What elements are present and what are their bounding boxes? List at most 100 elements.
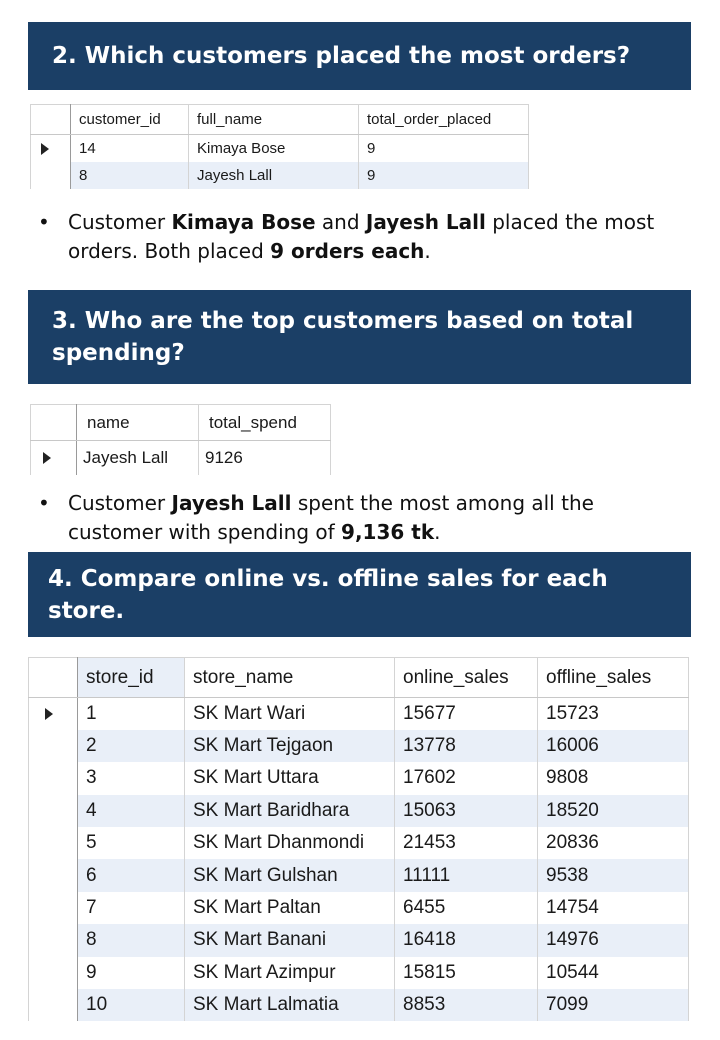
table-cell[interactable]: 15677 xyxy=(394,697,538,730)
table-cell[interactable]: 6 xyxy=(77,859,185,892)
column-header[interactable]: total_spend xyxy=(198,404,331,441)
table-row[interactable]: 4 SK Mart Baridhara 15063 18520 xyxy=(28,794,689,828)
table-cell[interactable]: 17602 xyxy=(394,762,538,795)
table-cell[interactable]: 14976 xyxy=(537,924,689,957)
row-selector[interactable] xyxy=(28,794,78,828)
grid-header-row: store_id store_name online_sales offline… xyxy=(28,657,689,698)
table-cell[interactable]: SK Mart Lalmatia xyxy=(184,989,395,1022)
row-selector[interactable] xyxy=(30,161,71,189)
store-sales-rows: 1 SK Mart Wari 15677 15723 2 SK Mart Tejgaon 1… xyxy=(28,697,689,1022)
table-cell[interactable]: SK Mart Dhanmondi xyxy=(184,827,395,860)
table-cell[interactable]: Jayesh Lall xyxy=(188,161,359,189)
section-4-heading: 4. Compare online vs. offline sales for … xyxy=(28,552,691,637)
table-cell[interactable]: SK Mart Wari xyxy=(184,697,395,730)
column-header[interactable]: online_sales xyxy=(394,657,538,698)
column-header[interactable]: store_id xyxy=(77,657,185,698)
column-header[interactable]: total_order_placed xyxy=(358,104,529,135)
row-selector[interactable] xyxy=(28,859,78,892)
table-cell[interactable]: 14754 xyxy=(537,891,689,925)
table-row[interactable]: 2 SK Mart Tejgaon 13778 16006 xyxy=(28,729,689,763)
table-cell[interactable]: 14 xyxy=(70,134,189,162)
table-cell[interactable]: 9808 xyxy=(537,762,689,795)
row-header-corner xyxy=(30,104,71,135)
table-row[interactable]: 8 SK Mart Banani 16418 14976 xyxy=(28,924,689,957)
table-cell[interactable]: 4 xyxy=(77,794,185,828)
row-header-corner xyxy=(28,657,78,698)
table-cell[interactable]: 6455 xyxy=(394,891,538,925)
table-cell[interactable]: 15723 xyxy=(537,697,689,730)
table-cell[interactable]: 21453 xyxy=(394,827,538,860)
table-cell[interactable]: 2 xyxy=(77,729,185,763)
table-cell[interactable]: 7 xyxy=(77,891,185,925)
table-cell[interactable]: 18520 xyxy=(537,794,689,828)
table-cell[interactable]: 8853 xyxy=(394,989,538,1022)
column-header[interactable]: store_name xyxy=(184,657,395,698)
table-cell[interactable]: SK Mart Tejgaon xyxy=(184,729,395,763)
table-row[interactable]: 10 SK Mart Lalmatia 8853 7099 xyxy=(28,989,689,1022)
most-orders-result-grid: customer_id full_name total_order_placed… xyxy=(30,104,529,189)
table-cell[interactable]: 9 xyxy=(358,161,529,189)
row-selector[interactable] xyxy=(28,827,78,860)
top-spending-summary: • Customer Jayesh Lall spent the most amo… xyxy=(38,491,594,544)
table-row[interactable]: Jayesh Lall 9126 xyxy=(30,440,331,475)
grid-header-row: customer_id full_name total_order_placed xyxy=(30,104,529,135)
table-cell[interactable]: Kimaya Bose xyxy=(188,134,359,162)
table-cell[interactable]: 15815 xyxy=(394,956,538,990)
table-cell[interactable]: 9 xyxy=(358,134,529,162)
table-cell[interactable]: 15063 xyxy=(394,794,538,828)
table-cell[interactable]: 9538 xyxy=(537,859,689,892)
table-cell[interactable]: 10544 xyxy=(537,956,689,990)
store-sales-result-grid: store_id store_name online_sales offline… xyxy=(28,657,689,1022)
table-cell[interactable]: SK Mart Baridhara xyxy=(184,794,395,828)
table-row[interactable]: 3 SK Mart Uttara 17602 9808 xyxy=(28,762,689,795)
row-header-corner xyxy=(30,404,77,441)
table-row[interactable]: 5 SK Mart Dhanmondi 21453 20836 xyxy=(28,827,689,860)
table-cell[interactable]: 10 xyxy=(77,989,185,1022)
table-cell[interactable]: 5 xyxy=(77,827,185,860)
section-3-heading: 3. Who are the top customers based on to… xyxy=(28,290,691,384)
row-selector[interactable] xyxy=(28,989,78,1022)
table-cell[interactable]: SK Mart Uttara xyxy=(184,762,395,795)
table-cell[interactable]: SK Mart Azimpur xyxy=(184,956,395,990)
table-row[interactable]: 6 SK Mart Gulshan 11111 9538 xyxy=(28,859,689,892)
column-header[interactable]: customer_id xyxy=(70,104,189,135)
table-cell[interactable]: 13778 xyxy=(394,729,538,763)
table-cell[interactable]: 16418 xyxy=(394,924,538,957)
row-selector[interactable] xyxy=(28,891,78,925)
table-cell[interactable]: SK Mart Banani xyxy=(184,924,395,957)
grid-header-row: name total_spend xyxy=(30,404,331,441)
section-2-heading: 2. Which customers placed the most order… xyxy=(28,22,691,90)
table-cell[interactable]: 9126 xyxy=(198,440,331,475)
table-cell[interactable]: 20836 xyxy=(537,827,689,860)
table-cell[interactable]: SK Mart Gulshan xyxy=(184,859,395,892)
table-cell[interactable]: 8 xyxy=(77,924,185,957)
top-spending-result-grid: name total_spend Jayesh Lall 9126 xyxy=(30,404,331,475)
row-selector[interactable] xyxy=(28,697,78,730)
table-row[interactable]: 14 Kimaya Bose 9 xyxy=(30,134,529,162)
table-cell[interactable]: SK Mart Paltan xyxy=(184,891,395,925)
current-row-arrow-icon xyxy=(41,142,49,155)
column-header[interactable]: name xyxy=(76,404,199,441)
table-row[interactable]: 7 SK Mart Paltan 6455 14754 xyxy=(28,891,689,925)
table-cell[interactable]: 8 xyxy=(70,161,189,189)
column-header[interactable]: offline_sales xyxy=(537,657,689,698)
row-selector[interactable] xyxy=(30,134,71,162)
table-cell[interactable]: 7099 xyxy=(537,989,689,1022)
row-selector[interactable] xyxy=(28,956,78,990)
current-row-arrow-icon xyxy=(43,452,51,465)
table-cell[interactable]: Jayesh Lall xyxy=(76,440,199,475)
table-row[interactable]: 8 Jayesh Lall 9 xyxy=(30,161,529,189)
current-row-arrow-icon xyxy=(45,707,53,720)
table-cell[interactable]: 16006 xyxy=(537,729,689,763)
table-cell[interactable]: 11111 xyxy=(394,859,538,892)
column-header[interactable]: full_name xyxy=(188,104,359,135)
table-cell[interactable]: 9 xyxy=(77,956,185,990)
row-selector[interactable] xyxy=(28,762,78,795)
table-cell[interactable]: 3 xyxy=(77,762,185,795)
row-selector[interactable] xyxy=(28,924,78,957)
table-row[interactable]: 1 SK Mart Wari 15677 15723 xyxy=(28,697,689,730)
row-selector[interactable] xyxy=(28,729,78,763)
table-row[interactable]: 9 SK Mart Azimpur 15815 10544 xyxy=(28,956,689,990)
table-cell[interactable]: 1 xyxy=(77,697,185,730)
row-selector[interactable] xyxy=(30,440,77,475)
